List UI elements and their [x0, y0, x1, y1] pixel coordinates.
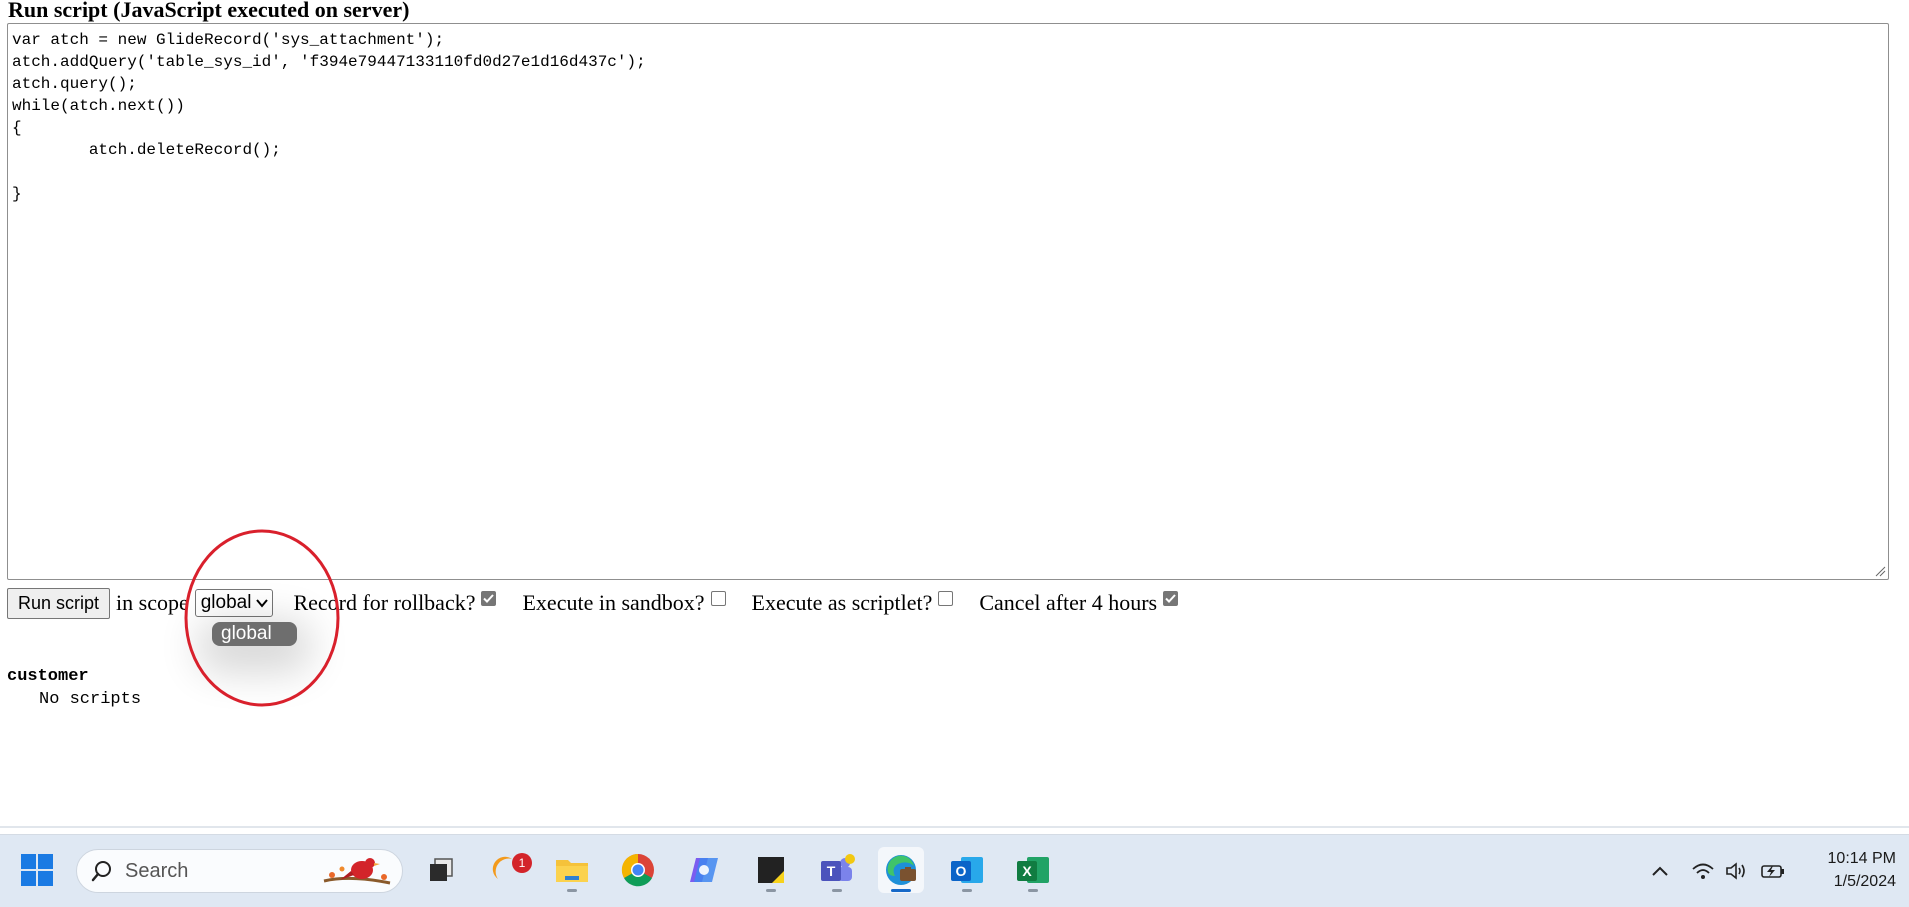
script-code[interactable]: var atch = new GlideRecord('sys_attachme… — [8, 24, 1888, 210]
scriptlet-label: Execute as scriptlet? — [751, 590, 933, 615]
checkmark-icon — [483, 593, 495, 603]
active-indicator — [891, 889, 911, 892]
cancel-label: Cancel after 4 hours — [979, 590, 1158, 615]
battery-button[interactable] — [1760, 858, 1786, 884]
edge-button[interactable] — [878, 847, 924, 893]
start-icon — [21, 854, 53, 886]
sandbox-label: Execute in sandbox? — [522, 590, 705, 615]
search-placeholder: Search — [125, 859, 189, 882]
running-indicator — [962, 889, 972, 892]
scriptlet-checkbox[interactable] — [938, 590, 954, 606]
clock-date: 1/5/2024 — [1833, 873, 1896, 890]
search-icon — [91, 861, 111, 882]
chevron-up-icon — [1652, 866, 1668, 876]
output-message: No scripts — [39, 690, 142, 709]
rollback-checkbox[interactable] — [481, 590, 497, 606]
script-textarea[interactable]: var atch = new GlideRecord('sys_attachme… — [7, 23, 1889, 580]
teams-button[interactable]: T — [814, 847, 860, 893]
running-indicator — [832, 889, 842, 892]
chrome-icon — [621, 853, 654, 887]
sticky-notes-button[interactable] — [748, 847, 794, 893]
excel-icon: X — [1017, 857, 1049, 883]
running-indicator — [766, 889, 776, 892]
script-page: Run script (JavaScript executed on serve… — [0, 0, 1909, 826]
taskbar-clock[interactable]: 10:14 PM 1/5/2024 — [1800, 847, 1896, 893]
volume-icon — [1726, 862, 1745, 880]
running-indicator — [567, 889, 577, 892]
svg-text:T: T — [827, 863, 836, 879]
battery-charging-icon — [1761, 865, 1784, 878]
taskbar-search[interactable]: Search — [76, 849, 403, 893]
checkmark-icon — [1165, 593, 1176, 603]
scope-label: in scope — [116, 590, 189, 615]
running-indicator — [1028, 889, 1038, 892]
task-view-button[interactable] — [418, 847, 464, 893]
weather-button[interactable]: 1 — [484, 847, 532, 893]
search-highlight-bird-icon — [323, 858, 391, 885]
excel-button[interactable]: X — [1010, 847, 1056, 893]
show-hidden-icons-button[interactable] — [1647, 858, 1673, 884]
annotation-circle — [184, 529, 340, 707]
page-bottom-border — [0, 826, 1909, 828]
teams-icon: T — [821, 854, 855, 881]
svg-text:X: X — [1022, 863, 1032, 879]
clock-time: 10:14 PM — [1827, 850, 1896, 867]
resize-grip-icon[interactable] — [1874, 565, 1886, 577]
sandbox-checkbox[interactable] — [710, 590, 726, 606]
file-explorer-button[interactable] — [549, 847, 595, 893]
wifi-icon — [1692, 863, 1714, 879]
run-script-button[interactable]: Run script — [7, 587, 111, 619]
output-scope-name: customer — [7, 667, 89, 686]
edge-icon — [886, 855, 916, 885]
cancel-checkbox[interactable] — [1163, 590, 1179, 606]
outlook-button[interactable]: O — [944, 847, 990, 893]
volume-button[interactable] — [1724, 858, 1750, 884]
task-view-icon — [430, 858, 453, 881]
outlook-icon: O — [951, 857, 983, 883]
start-button[interactable] — [14, 847, 60, 893]
copilot-button[interactable] — [681, 847, 727, 893]
svg-text:O: O — [956, 863, 967, 879]
notification-badge: 1 — [512, 853, 532, 873]
chrome-button[interactable] — [615, 847, 661, 893]
script-output: customer No scripts — [7, 665, 141, 711]
windows-taskbar: Search 1 T O X 10:14 PM 1/5/2024 — [0, 834, 1909, 907]
wifi-button[interactable] — [1690, 858, 1716, 884]
copilot-icon — [690, 858, 718, 882]
page-title: Run script (JavaScript executed on serve… — [8, 0, 410, 22]
file-explorer-icon — [556, 860, 588, 882]
sticky-notes-icon — [758, 857, 784, 883]
